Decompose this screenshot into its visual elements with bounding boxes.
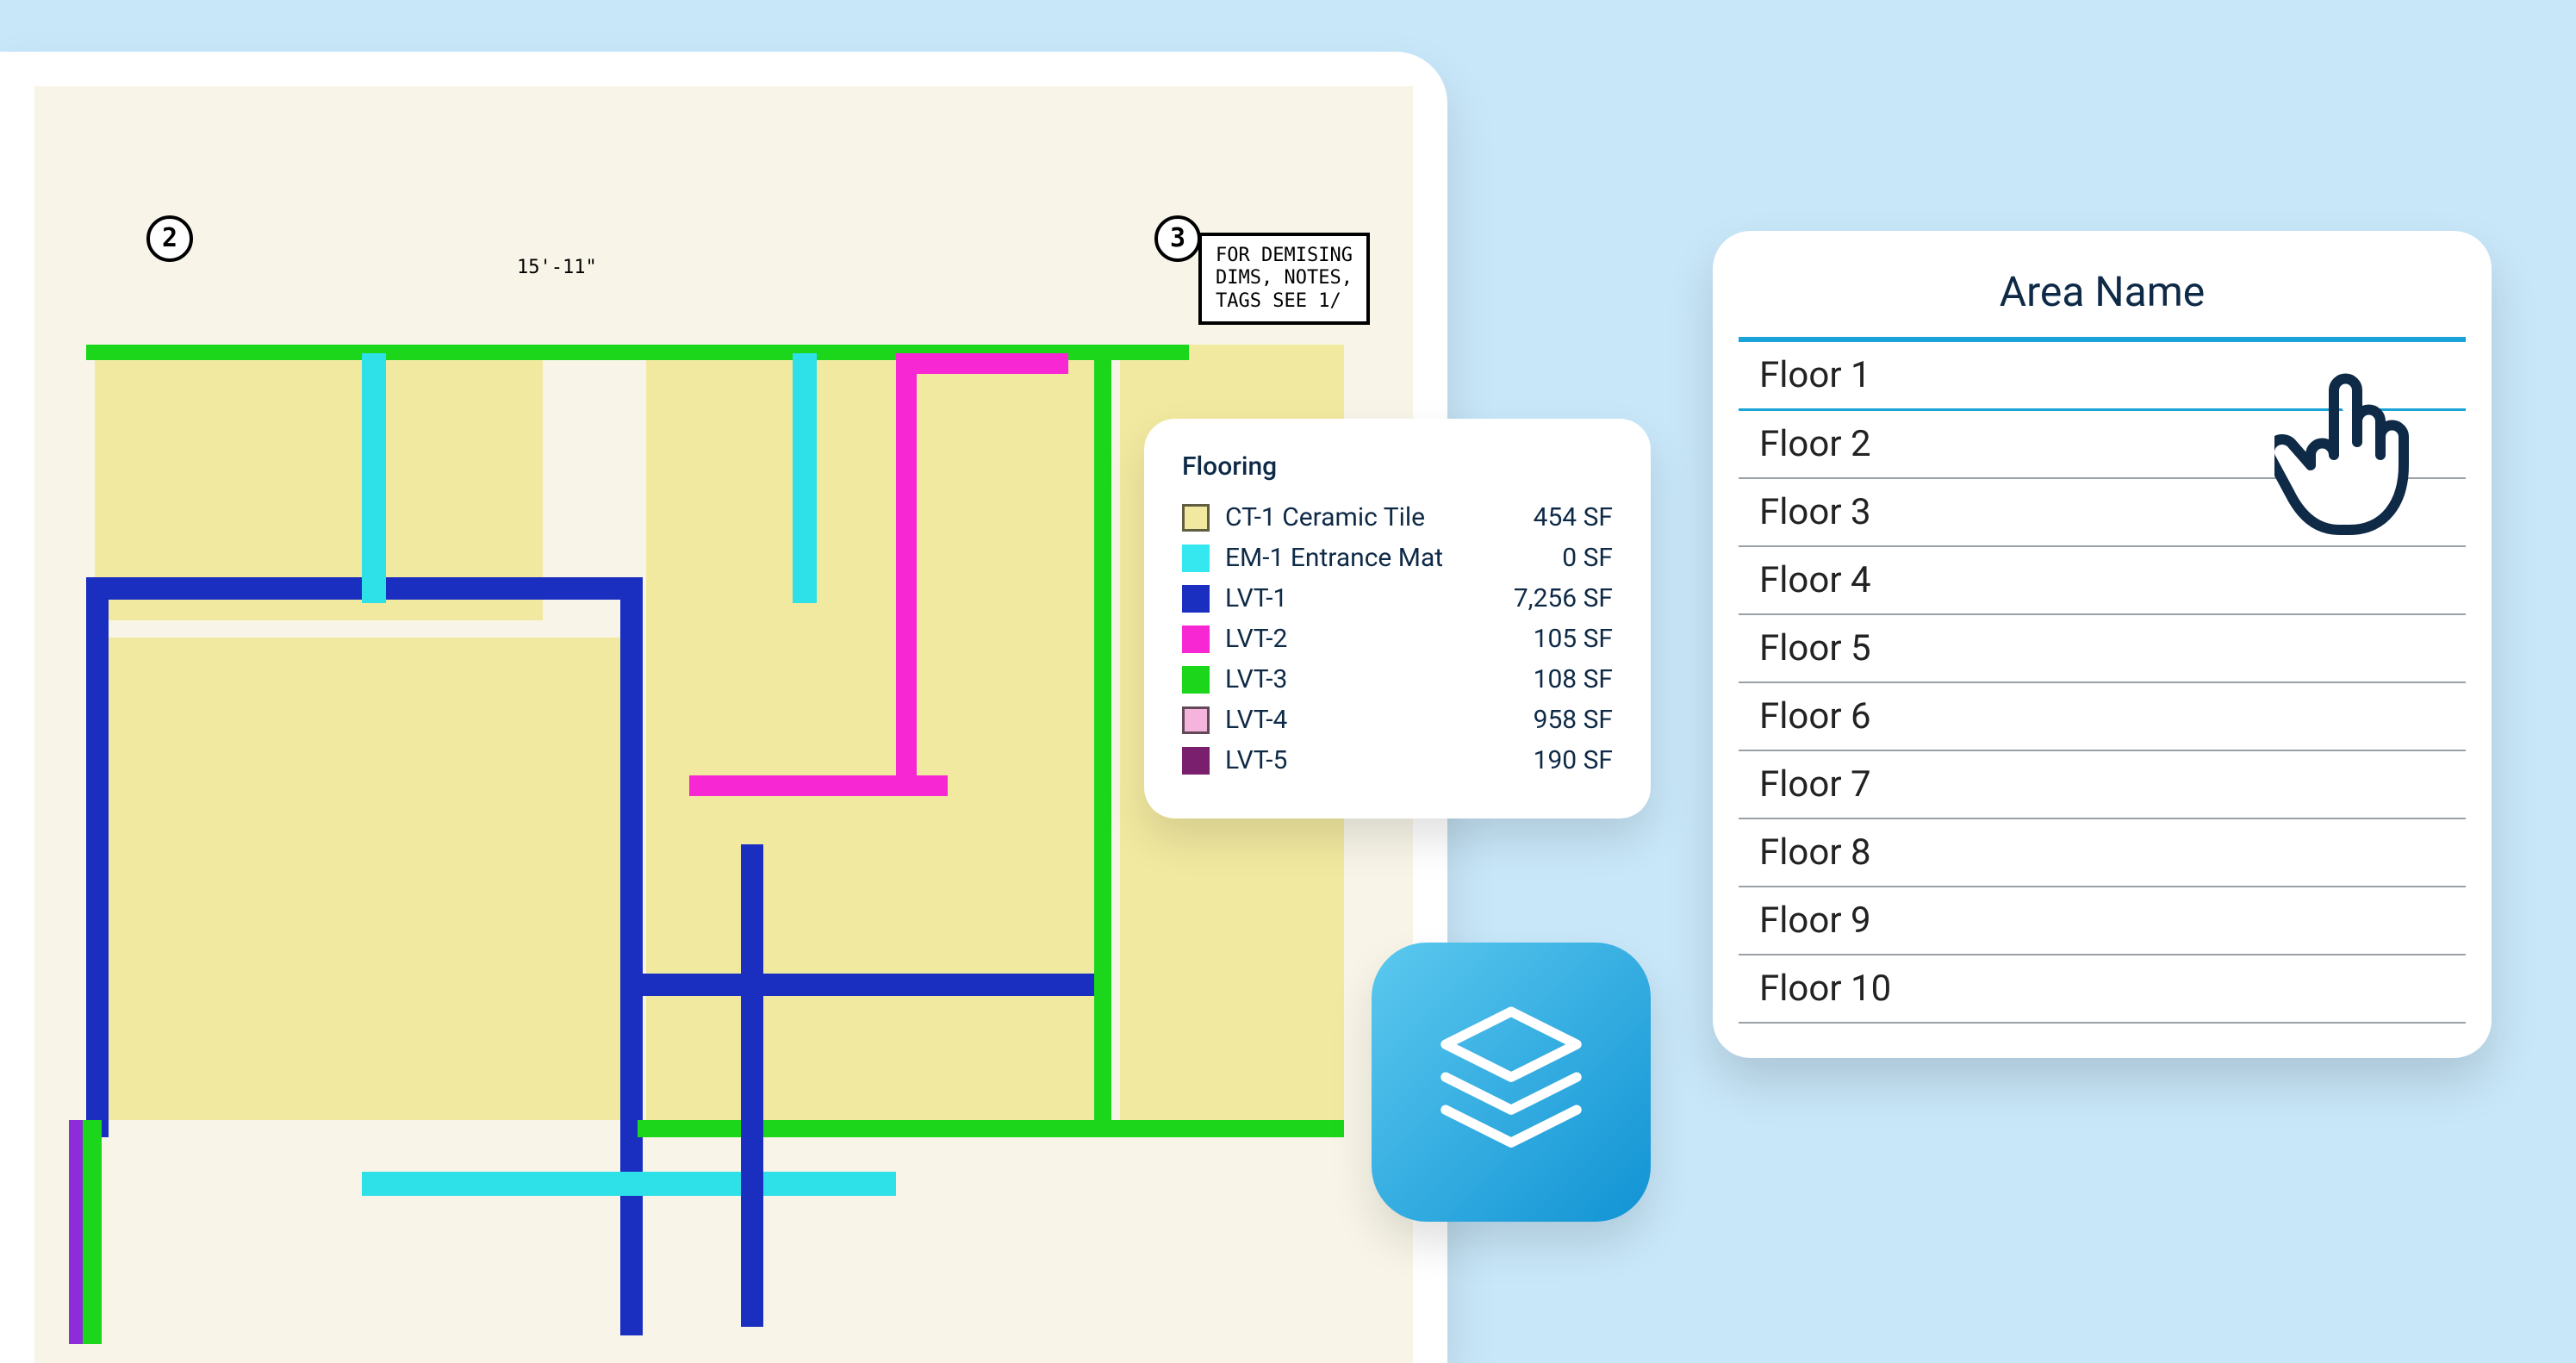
legend-swatch xyxy=(1182,504,1210,532)
plan-line xyxy=(689,775,948,796)
legend-label: LVT-1 xyxy=(1225,583,1498,613)
legend-label: EM-1 Entrance Mat xyxy=(1225,543,1546,573)
plan-note-line: TAGS SEE 1/ xyxy=(1216,290,1353,313)
legend-value: 108 SF xyxy=(1534,664,1613,694)
legend-card: Flooring CT-1 Ceramic Tile 454 SF EM-1 Ent… xyxy=(1144,419,1651,818)
area-item[interactable]: Floor 9 xyxy=(1739,887,2466,955)
plan-note-box: FOR DEMISING DIMS, NOTES, TAGS SEE 1/ xyxy=(1198,233,1370,325)
plan-line xyxy=(1094,353,1111,1129)
plan-line xyxy=(362,353,386,603)
area-item[interactable]: Floor 8 xyxy=(1739,819,2466,887)
legend-value: 190 SF xyxy=(1534,745,1613,775)
legend-label: LVT-2 xyxy=(1225,624,1518,654)
legend-row[interactable]: LVT-2 105 SF xyxy=(1182,619,1613,659)
legend-row[interactable]: LVT-4 958 SF xyxy=(1182,700,1613,740)
area-item[interactable]: Floor 1 xyxy=(1739,339,2466,411)
legend-title: Flooring xyxy=(1182,451,1613,482)
layers-icon xyxy=(1429,999,1593,1166)
plan-line xyxy=(86,577,109,1137)
legend-label: LVT-5 xyxy=(1225,745,1518,775)
area-card-title: Area Name xyxy=(1739,260,2466,337)
legend-swatch xyxy=(1182,706,1210,734)
legend-row[interactable]: EM-1 Entrance Mat 0 SF xyxy=(1182,538,1613,578)
layers-button[interactable] xyxy=(1372,943,1651,1222)
legend-label: LVT-4 xyxy=(1225,705,1518,735)
legend-value: 958 SF xyxy=(1534,705,1613,735)
plan-line xyxy=(896,353,917,793)
legend-value: 105 SF xyxy=(1534,624,1613,654)
plan-line xyxy=(362,1172,896,1196)
plan-line xyxy=(793,353,817,603)
area-item[interactable]: Floor 4 xyxy=(1739,547,2466,615)
room-fill xyxy=(646,345,1111,1120)
plan-line xyxy=(896,353,1068,374)
plan-line xyxy=(638,974,1094,996)
legend-swatch xyxy=(1182,747,1210,775)
grid-bubble-label: 2 xyxy=(162,226,177,252)
plan-note-line: DIMS, NOTES, xyxy=(1216,267,1353,289)
plan-note-line: FOR DEMISING xyxy=(1216,245,1353,267)
area-name-card: Area Name Floor 1Floor 2Floor 3Floor 4Fl… xyxy=(1713,231,2492,1058)
legend-label: LVT-3 xyxy=(1225,664,1518,694)
legend-row[interactable]: CT-1 Ceramic Tile 454 SF xyxy=(1182,497,1613,538)
legend-swatch xyxy=(1182,666,1210,694)
area-item[interactable]: Floor 7 xyxy=(1739,751,2466,819)
legend-swatch xyxy=(1182,545,1210,572)
area-item[interactable]: Floor 3 xyxy=(1739,479,2466,547)
legend-swatch xyxy=(1182,585,1210,613)
area-item[interactable]: Floor 2 xyxy=(1739,411,2466,479)
plan-line xyxy=(741,844,763,1327)
area-item[interactable]: Floor 5 xyxy=(1739,615,2466,683)
legend-row[interactable]: LVT-1 7,256 SF xyxy=(1182,578,1613,619)
legend-value: 7,256 SF xyxy=(1514,583,1613,613)
legend-row[interactable]: LVT-5 190 SF xyxy=(1182,740,1613,781)
grid-bubble-label: 3 xyxy=(1170,226,1185,252)
dimension-text: 15'-11" xyxy=(517,258,597,277)
legend-label: CT-1 Ceramic Tile xyxy=(1225,502,1518,532)
grid-bubble: 3 xyxy=(1154,215,1201,262)
legend-row[interactable]: LVT-3 108 SF xyxy=(1182,659,1613,700)
area-list: Floor 1Floor 2Floor 3Floor 4Floor 5Floor… xyxy=(1739,337,2466,1024)
legend-rows: CT-1 Ceramic Tile 454 SF EM-1 Entrance Mat… xyxy=(1182,497,1613,781)
legend-value: 454 SF xyxy=(1534,502,1613,532)
legend-swatch xyxy=(1182,625,1210,653)
plan-line xyxy=(83,1120,102,1344)
area-item[interactable]: Floor 6 xyxy=(1739,683,2466,751)
plan-line xyxy=(620,577,643,1335)
area-item[interactable]: Floor 10 xyxy=(1739,955,2466,1024)
legend-value: 0 SF xyxy=(1562,543,1613,573)
grid-bubble: 2 xyxy=(146,215,193,262)
room-fill xyxy=(95,638,629,1120)
